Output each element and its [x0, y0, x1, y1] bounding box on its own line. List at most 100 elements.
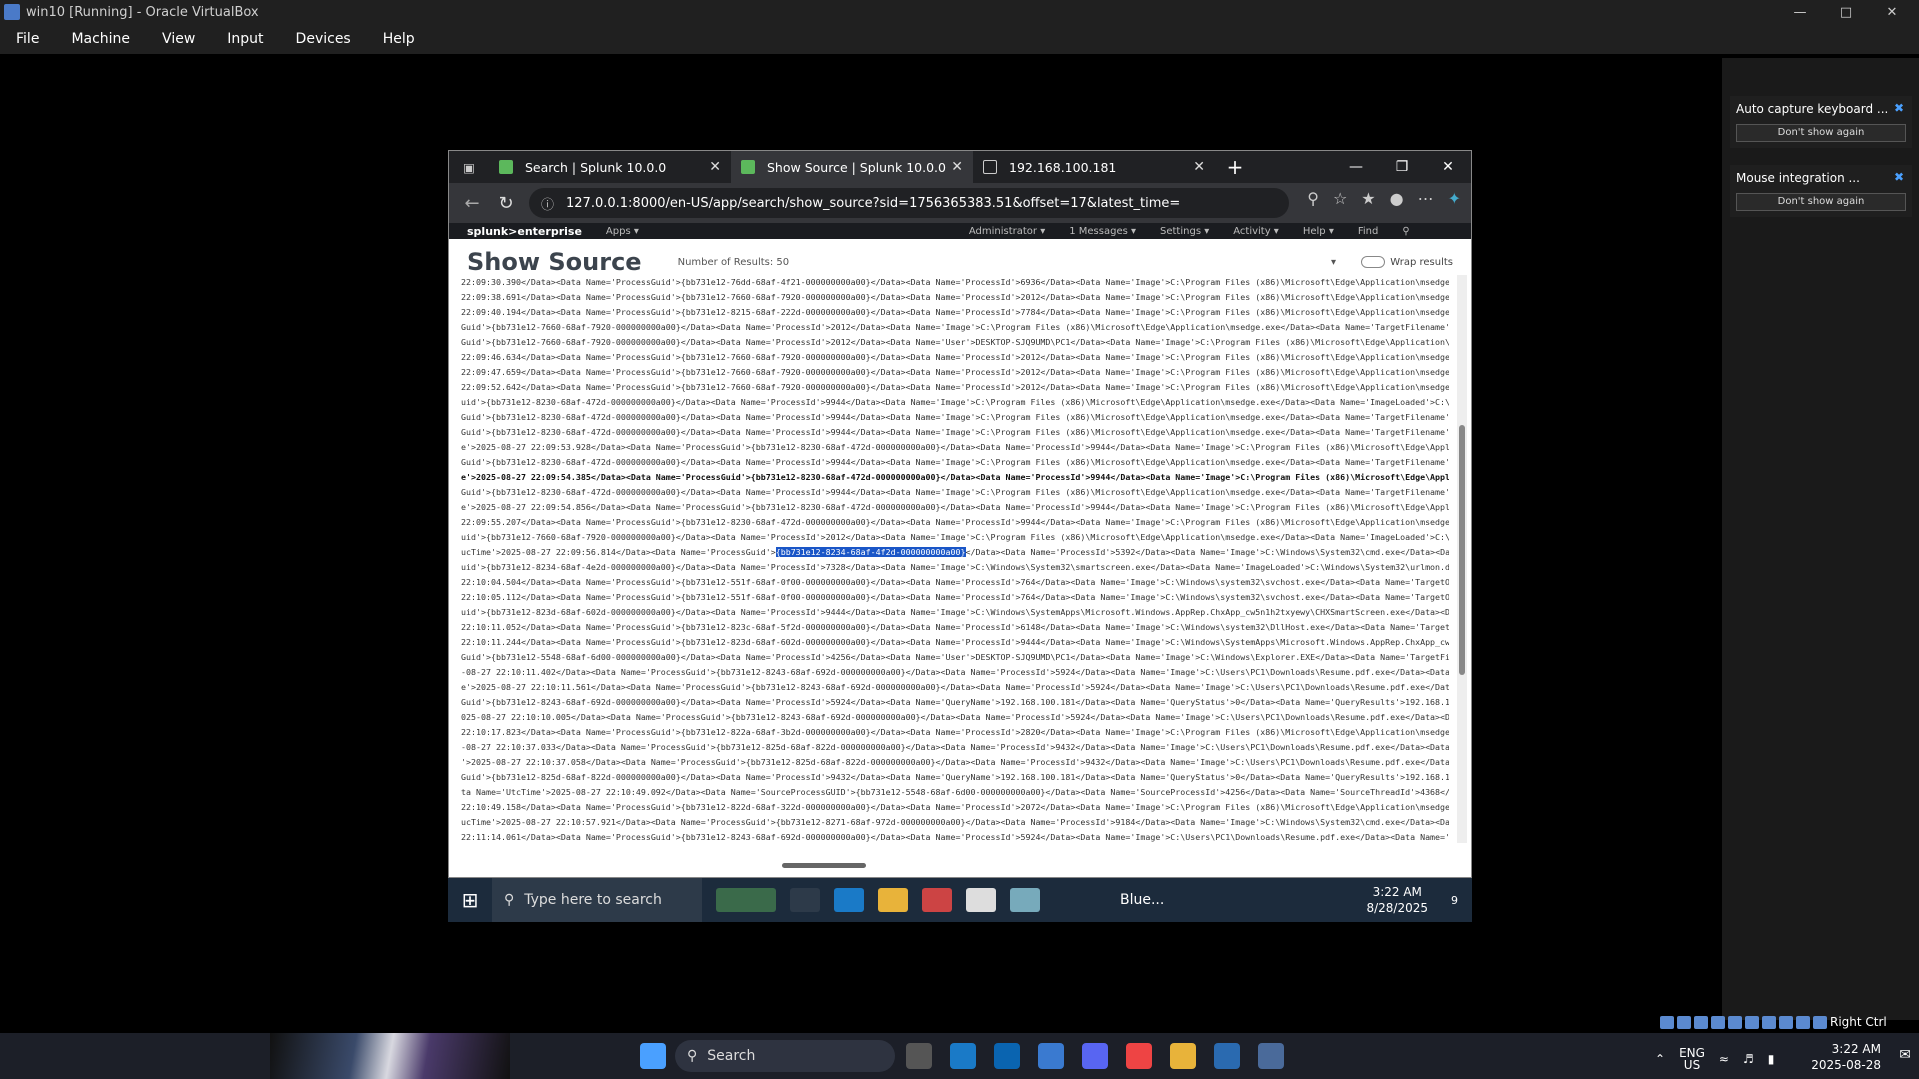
- log-line: e'>2025-08-27 22:09:54.856</Data><Data N…: [461, 502, 1449, 512]
- splunk-favicon-icon: [741, 160, 755, 174]
- search-placeholder: Type here to search: [524, 892, 662, 908]
- dont-show-again-button[interactable]: Don't show again: [1736, 124, 1906, 142]
- mail-icon[interactable]: [966, 888, 996, 912]
- maximize-icon[interactable]: □: [1823, 0, 1869, 24]
- app-icon[interactable]: [1258, 1043, 1284, 1069]
- task-view-icon[interactable]: [790, 888, 820, 912]
- outlook-icon[interactable]: [994, 1043, 1020, 1069]
- site-info-icon[interactable]: ⓘ: [541, 194, 554, 213]
- selected-text[interactable]: {bb731e12-8234-68af-4f2d-000000000a00}: [775, 547, 966, 557]
- restore-icon[interactable]: ❐: [1379, 151, 1425, 183]
- search-highlight-icon[interactable]: [716, 888, 776, 912]
- horizontal-scrollbar[interactable]: [459, 859, 1449, 871]
- nav-help[interactable]: Help ▾: [1303, 226, 1334, 237]
- edge-icon[interactable]: [950, 1043, 976, 1069]
- usb-icon[interactable]: [1728, 1015, 1742, 1029]
- nav-activity[interactable]: Activity ▾: [1233, 226, 1279, 237]
- virtualbox-icon[interactable]: [1214, 1043, 1240, 1069]
- close-icon[interactable]: ✖: [1894, 101, 1904, 115]
- store-icon[interactable]: [1038, 1043, 1064, 1069]
- chevron-down-icon[interactable]: ▾: [1331, 257, 1336, 268]
- weather-widget[interactable]: Blue...: [1120, 892, 1164, 908]
- shared-folder-icon[interactable]: [1745, 1015, 1759, 1029]
- nav-messages[interactable]: 1 Messages ▾: [1069, 226, 1136, 237]
- profile-icon[interactable]: ●: [1390, 189, 1404, 208]
- chevron-up-icon[interactable]: ⌃: [1655, 1052, 1665, 1066]
- tab-ip[interactable]: 192.168.100.181 ✕: [973, 151, 1215, 183]
- network-icon[interactable]: [1711, 1015, 1725, 1029]
- hdd-icon[interactable]: [1660, 1015, 1674, 1029]
- new-tab-icon[interactable]: +: [1215, 155, 1255, 179]
- log-line: 22:09:40.194</Data><Data Name='ProcessGu…: [461, 307, 1449, 317]
- nav-find[interactable]: Find: [1358, 226, 1379, 237]
- volume-icon[interactable]: ♬: [1743, 1052, 1754, 1066]
- close-tab-icon[interactable]: ✕: [951, 159, 963, 175]
- file-explorer-icon[interactable]: [1170, 1043, 1196, 1069]
- display-icon[interactable]: [1762, 1015, 1776, 1029]
- close-icon[interactable]: ✕: [1425, 151, 1471, 183]
- vertical-scrollbar[interactable]: [1457, 275, 1467, 843]
- notifications-icon[interactable]: ✉: [1899, 1047, 1911, 1063]
- store-icon[interactable]: [922, 888, 952, 912]
- log-line: 22:10:11.244</Data><Data Name='ProcessGu…: [461, 637, 1449, 647]
- splunk-logo[interactable]: splunk>enterprise: [467, 225, 582, 238]
- search-icon: ⚲: [504, 892, 515, 908]
- wifi-icon[interactable]: ≈: [1719, 1052, 1729, 1066]
- tab-search[interactable]: Search | Splunk 10.0.0 ✕: [489, 151, 731, 183]
- edge-icon[interactable]: [834, 888, 864, 912]
- close-tab-icon[interactable]: ✕: [709, 159, 721, 175]
- guest-search-box[interactable]: ⚲ Type here to search: [492, 878, 702, 922]
- log-line: Guid'>{bb731e12-7660-68af-7920-000000000…: [461, 337, 1449, 347]
- notification-badge[interactable]: 9: [1451, 894, 1458, 907]
- file-explorer-icon[interactable]: [878, 888, 908, 912]
- battery-icon[interactable]: ▮: [1768, 1052, 1775, 1066]
- minimize-icon[interactable]: —: [1333, 151, 1379, 183]
- nav-administrator[interactable]: Administrator ▾: [969, 226, 1045, 237]
- menu-help[interactable]: Help: [367, 31, 431, 47]
- nav-apps[interactable]: Apps ▾: [606, 226, 639, 237]
- mouse-integration-icon[interactable]: [1796, 1015, 1810, 1029]
- search-icon[interactable]: ⚲: [1402, 226, 1409, 237]
- menu-input[interactable]: Input: [211, 31, 279, 47]
- scroll-thumb[interactable]: [782, 863, 866, 868]
- dont-show-again-button[interactable]: Don't show again: [1736, 193, 1906, 211]
- back-icon[interactable]: ←: [455, 193, 489, 214]
- favorite-star-icon[interactable]: ☆: [1333, 189, 1347, 208]
- scroll-thumb[interactable]: [1459, 425, 1465, 675]
- wrap-results-toggle[interactable]: Wrap results: [1361, 256, 1453, 268]
- keyboard-icon[interactable]: [1813, 1015, 1827, 1029]
- menu-devices[interactable]: Devices: [280, 31, 367, 47]
- task-view-icon[interactable]: [906, 1043, 932, 1069]
- close-tab-icon[interactable]: ✕: [1193, 159, 1205, 175]
- nav-settings[interactable]: Settings ▾: [1160, 226, 1209, 237]
- optical-icon[interactable]: [1677, 1015, 1691, 1029]
- brave-icon[interactable]: [1126, 1043, 1152, 1069]
- close-icon[interactable]: ✖: [1894, 170, 1904, 184]
- url-field[interactable]: ⓘ 127.0.0.1:8000/en-US/app/search/show_s…: [529, 188, 1289, 218]
- tab-show-source[interactable]: Show Source | Splunk 10.0.0 ✕: [731, 151, 973, 183]
- page-title: Show Source: [467, 248, 642, 276]
- close-icon[interactable]: ✕: [1869, 0, 1915, 24]
- more-icon[interactable]: ⋯: [1418, 189, 1434, 208]
- refresh-icon[interactable]: ↻: [489, 193, 523, 214]
- source-log[interactable]: 22:09:30.390</Data><Data Name='ProcessGu…: [449, 275, 1449, 843]
- tab-actions-icon[interactable]: ▣: [449, 160, 489, 175]
- windows-start-icon[interactable]: ⊞: [448, 888, 492, 912]
- guest-taskbar: ⊞ ⚲ Type here to search Blue... 3:22 AM …: [448, 878, 1472, 922]
- guest-clock[interactable]: 3:22 AM 8/28/2025: [1366, 884, 1428, 916]
- discord-icon[interactable]: [1082, 1043, 1108, 1069]
- menu-machine[interactable]: Machine: [55, 31, 146, 47]
- minimize-icon[interactable]: —: [1777, 0, 1823, 24]
- zoom-icon[interactable]: ⚲: [1307, 189, 1319, 208]
- copilot-icon[interactable]: ✦: [1448, 189, 1461, 208]
- host-clock[interactable]: 3:22 AM 2025-08-28: [1811, 1041, 1881, 1073]
- language-indicator[interactable]: ENG US: [1679, 1047, 1705, 1071]
- app-icon[interactable]: [1010, 888, 1040, 912]
- host-search-box[interactable]: ⚲ Search: [675, 1040, 895, 1072]
- favorites-icon[interactable]: ★: [1361, 189, 1375, 208]
- menu-view[interactable]: View: [146, 31, 211, 47]
- menu-file[interactable]: File: [0, 31, 55, 47]
- audio-icon[interactable]: [1694, 1015, 1708, 1029]
- windows-start-icon[interactable]: [640, 1043, 666, 1069]
- recording-icon[interactable]: [1779, 1015, 1793, 1029]
